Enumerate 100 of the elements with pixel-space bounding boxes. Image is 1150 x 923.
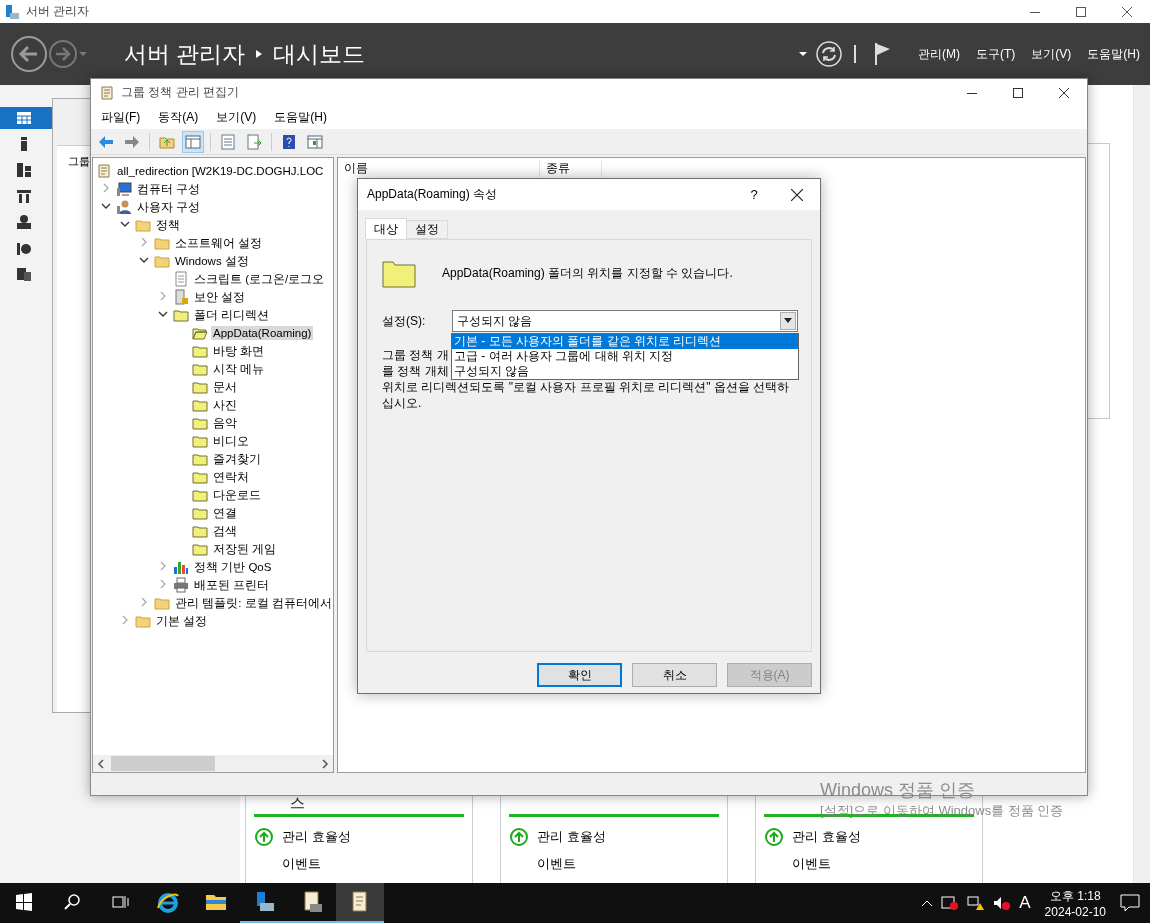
breadcrumb-item[interactable]: 대시보드 (273, 38, 366, 70)
browser-icon[interactable] (156, 890, 180, 914)
tree-item[interactable]: 사진 (211, 396, 239, 414)
tree-item[interactable]: 소프트웨어 설정 (173, 234, 265, 252)
sidebar-item[interactable] (0, 107, 52, 129)
close-icon (1059, 87, 1069, 98)
description-text: 십시오. (382, 395, 422, 411)
column-header[interactable]: 이름 (338, 159, 540, 177)
folder-icon (192, 541, 208, 557)
task-view-icon[interactable] (111, 893, 129, 911)
server-lock-icon (173, 289, 189, 305)
notification-icon[interactable] (1120, 894, 1140, 912)
tree-item[interactable]: 관리 템플릿: 로컬 컴퓨터에서 (173, 594, 333, 612)
scroll-icon (96, 163, 112, 179)
dialog-title: AppData(Roaming) 속성 (367, 186, 499, 203)
card-link[interactable]: 관리 효율성 (792, 827, 861, 846)
servers-icon (16, 162, 32, 178)
window-pane-icon (185, 133, 201, 150)
tree-item[interactable]: 검색 (211, 522, 239, 540)
tree-item[interactable]: 보안 설정 (192, 288, 248, 306)
maximize-icon (1076, 6, 1086, 17)
clock[interactable]: 오후 1:18 2024-02-10 (1044, 887, 1106, 919)
tree-item[interactable]: 비디오 (211, 432, 251, 450)
action-center-icon[interactable] (941, 895, 960, 911)
tree-item[interactable]: 문서 (211, 378, 239, 396)
card-link[interactable]: 관리 효율성 (537, 827, 606, 846)
tree-item[interactable]: AppData(Roaming) (211, 326, 314, 340)
tree-item[interactable]: 사용자 구성 (135, 198, 203, 216)
breadcrumb-separator-icon (255, 49, 264, 59)
help-button[interactable]: ? (734, 187, 774, 202)
menu-item[interactable]: 관리(M) (918, 45, 960, 63)
tree-item[interactable]: 기본 설정 (154, 612, 210, 630)
dialog-button[interactable]: 취소 (632, 663, 717, 687)
description-text: 를 정책 개체 (382, 363, 449, 379)
network-icon[interactable] (967, 895, 986, 911)
menu-item[interactable]: 도구(T) (976, 45, 1016, 63)
setting-dropdown[interactable]: 구성되지 않음 (452, 310, 798, 332)
tree-item[interactable]: 저장된 게임 (211, 540, 279, 558)
tree-item[interactable]: 연락처 (211, 468, 251, 486)
close-icon (791, 188, 803, 201)
back-icon[interactable] (10, 35, 48, 73)
chevron-down-icon[interactable] (139, 255, 149, 265)
tree-item[interactable]: 즐겨찾기 (211, 450, 263, 468)
tree-item[interactable]: 스크립트 (로그온/로그오 (192, 270, 327, 288)
open-folder-icon (192, 325, 208, 341)
input-indicator[interactable]: A (1019, 893, 1031, 913)
description-text: 위치로 리디렉션되도록 "로컬 사용자 프로필 위치로 리디렉션" 옵션을 선택하 (382, 379, 790, 395)
folder-icon (192, 469, 208, 485)
description-text: 그룹 정책 개 (382, 347, 449, 363)
windows-icon[interactable] (15, 893, 33, 911)
chevron-right-icon[interactable] (321, 758, 329, 769)
folder-icon (154, 253, 170, 269)
volume-muted-icon[interactable] (993, 895, 1012, 911)
dropdown-option[interactable]: 기본 - 모든 사용자의 폴더를 같은 위치로 리디렉션 (452, 334, 798, 349)
menu-item[interactable]: 동작(A) (158, 109, 199, 126)
menu-item[interactable]: 도움말(H) (274, 109, 327, 126)
tree-item[interactable]: 다운로드 (211, 486, 263, 504)
iis-icon (16, 240, 32, 256)
card-link[interactable]: 관리 효율성 (282, 827, 351, 846)
setting-label: 설정(S): (382, 312, 427, 330)
tree-item[interactable]: 정책 기반 QoS (192, 558, 274, 576)
show-pane-button[interactable] (182, 130, 204, 153)
tree-item[interactable]: 시작 메뉴 (211, 360, 267, 378)
horizontal-scrollbar[interactable] (93, 755, 333, 772)
breadcrumb-item[interactable]: 서버 관리자 (124, 38, 246, 70)
chevron-left-icon[interactable] (97, 758, 105, 769)
tree-item[interactable]: 연결 (211, 504, 239, 522)
tree-item[interactable]: 음악 (211, 414, 239, 432)
card-link[interactable]: 이벤트 (792, 854, 831, 873)
caret-icon[interactable] (798, 49, 808, 59)
card-link[interactable]: 이벤트 (282, 854, 321, 873)
tree-item[interactable]: Windows 설정 (173, 252, 251, 270)
tree-item[interactable]: 그룹 (68, 154, 90, 169)
menu-item[interactable]: 보기(V) (1031, 45, 1072, 63)
menu-item[interactable]: 도움말(H) (1087, 45, 1140, 63)
menu-item[interactable]: 파일(F) (101, 109, 141, 126)
card-link[interactable]: 이벤트 (537, 854, 576, 873)
scrollbar[interactable] (1133, 85, 1150, 883)
chevron-up-icon[interactable] (921, 899, 934, 907)
dns-icon (16, 214, 32, 230)
flag-icon[interactable] (874, 42, 892, 66)
menu-item[interactable]: 보기(V) (216, 109, 257, 126)
tab[interactable]: 대상 (365, 218, 407, 239)
tree-item[interactable]: 폴더 리디렉션 (192, 306, 272, 324)
search-icon[interactable] (63, 893, 81, 911)
forward-icon[interactable] (48, 39, 78, 69)
tree-item[interactable]: all_redirection [W2K19-DC.DOGHJ.LOC (115, 164, 326, 178)
column-header[interactable]: 종류 (540, 159, 602, 177)
dialog-button[interactable]: 확인 (537, 663, 622, 687)
tree-item[interactable]: 컴퓨터 구성 (135, 180, 203, 198)
refresh-icon[interactable] (816, 41, 842, 67)
chevron-down-icon[interactable] (158, 309, 168, 319)
tree-item[interactable]: 정책 (154, 216, 182, 234)
window-title: 서버 관리자 (26, 3, 91, 20)
tree-item[interactable]: 바탕 화면 (211, 342, 267, 360)
tab[interactable]: 설정 (406, 220, 448, 239)
tree-item[interactable]: 배포된 프린터 (192, 576, 272, 594)
maximize-icon (1013, 87, 1023, 98)
folder-icon (192, 361, 208, 377)
taskbar-button[interactable] (336, 883, 384, 923)
